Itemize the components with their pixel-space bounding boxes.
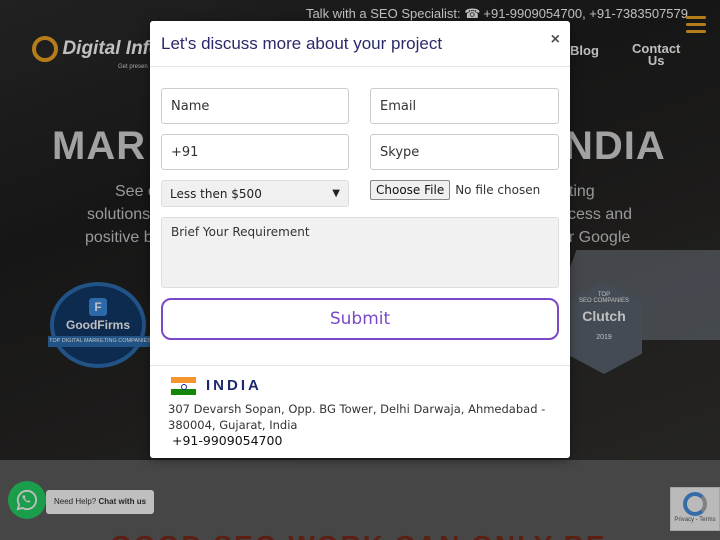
clutch-category: SEO COMPANIES: [579, 298, 629, 304]
budget-selected-value: Less then $500: [170, 186, 262, 201]
topbar-label: Talk with a SEO Specialist:: [305, 6, 461, 21]
goodfirms-ribbon: TOP DIGITAL MARKETING COMPANIES: [48, 336, 152, 347]
hero-sub-right: ur Google: [560, 229, 631, 246]
whatsapp-chat-chip[interactable]: Need Help? Chat with us: [46, 490, 155, 514]
choose-file-button[interactable]: Choose File: [370, 180, 451, 200]
goodfirms-logo-icon: F: [89, 298, 107, 316]
chevron-down-icon: ▼: [332, 188, 340, 199]
project-inquiry-modal: Let's discuss more about your project × …: [150, 21, 570, 458]
office-phone[interactable]: +91-9909054700: [172, 433, 282, 448]
skype-input[interactable]: [370, 134, 559, 170]
topbar-phones[interactable]: +91-9909054700, +91-7383507579: [483, 6, 688, 21]
whatsapp-need-help: Need Help?: [54, 497, 97, 506]
nav-contact-line2: Us: [647, 53, 665, 68]
topbar-contact: Talk with a SEO Specialist: ☎ +91-9909054…: [306, 6, 688, 22]
india-flag-icon: [171, 377, 196, 395]
hero-title-right: NDIA: [564, 124, 666, 168]
goodfirms-badge[interactable]: F GoodFirms TOP DIGITAL MARKETING COMPAN…: [48, 282, 152, 368]
modal-title: Let's discuss more about your project: [161, 34, 443, 53]
whatsapp-chat-label: Chat with us: [98, 497, 147, 506]
phone-input[interactable]: [161, 134, 349, 170]
whatsapp-icon: [16, 489, 38, 511]
file-upload: Choose File No file chosen: [370, 180, 540, 200]
office-address: 307 Devarsh Sopan, Opp. BG Tower, Delhi …: [168, 402, 546, 432]
name-input[interactable]: [161, 88, 349, 124]
nav-blog[interactable]: Blog: [570, 43, 599, 58]
hamburger-menu-icon[interactable]: [686, 16, 706, 37]
close-icon[interactable]: ×: [551, 31, 560, 49]
clutch-name: Clutch: [582, 308, 626, 324]
recaptcha-icon: [683, 492, 707, 516]
lower-heading: GOOD SEO WORK CAN ONLY BE: [110, 530, 607, 540]
goodfirms-name: GoodFirms: [65, 318, 130, 332]
recaptcha-badge[interactable]: Privacy - Terms: [670, 487, 720, 531]
requirement-textarea[interactable]: [161, 217, 559, 288]
file-status: No file chosen: [455, 183, 541, 197]
hero-title-left: MAR: [52, 124, 147, 168]
budget-select[interactable]: Less then $500 ▼: [161, 180, 349, 207]
modal-header: Let's discuss more about your project ×: [150, 21, 570, 67]
email-input[interactable]: [370, 88, 559, 124]
clutch-year: 2019: [596, 334, 612, 341]
logo-tagline: Get presen: [118, 64, 148, 70]
nav-contact-us[interactable]: Contact Us: [632, 42, 680, 68]
hero-sub-left: positive b: [85, 229, 153, 246]
hero-sub-right: ccess and: [560, 206, 633, 223]
recaptcha-links: Privacy - Terms: [674, 517, 716, 523]
logo-mark-icon: [32, 36, 58, 62]
phone-icon: ☎: [464, 6, 481, 21]
whatsapp-button[interactable]: [8, 481, 46, 519]
modal-divider: [150, 365, 570, 366]
office-country: INDIA: [206, 377, 262, 394]
submit-button[interactable]: Submit: [161, 298, 559, 340]
hero-sub-left: solutions: [87, 206, 151, 223]
